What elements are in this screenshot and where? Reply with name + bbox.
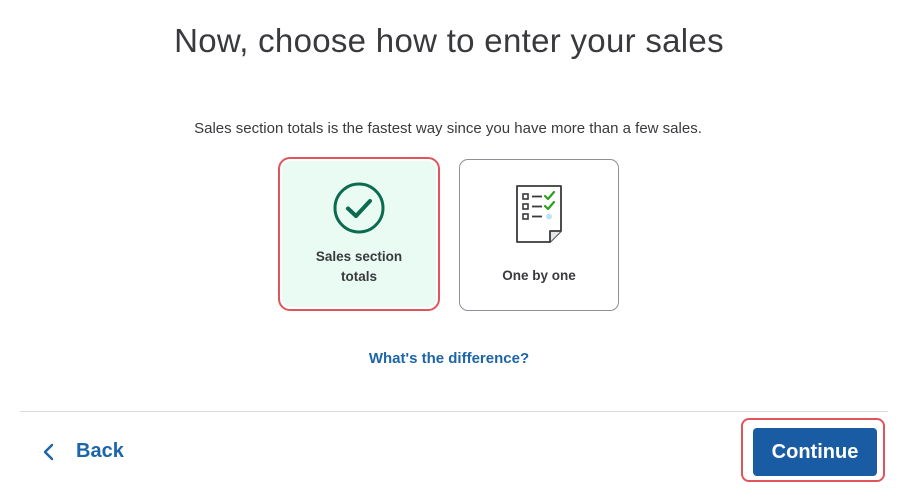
continue-button[interactable]: Continue	[753, 428, 877, 476]
checklist-document-icon	[516, 185, 562, 243]
check-circle-icon	[333, 182, 385, 234]
option-label: Sales section totals	[315, 249, 403, 284]
option-card-one-by-one[interactable]: One by one	[459, 159, 619, 311]
page: Now, choose how to enter your sales Sale…	[0, 0, 908, 499]
back-button[interactable]: Back	[42, 440, 124, 463]
page-subtitle: Sales section totals is the fastest way …	[194, 120, 702, 137]
chevron-left-icon	[43, 443, 54, 460]
option-label: One by one	[502, 268, 576, 283]
option-card-sales-section-totals[interactable]: Sales section totals	[282, 161, 436, 307]
back-label: Back	[76, 440, 124, 462]
whats-the-difference-link[interactable]: What's the difference?	[0, 350, 898, 367]
footer-divider	[20, 411, 888, 412]
page-title: Now, choose how to enter your sales	[174, 22, 724, 59]
